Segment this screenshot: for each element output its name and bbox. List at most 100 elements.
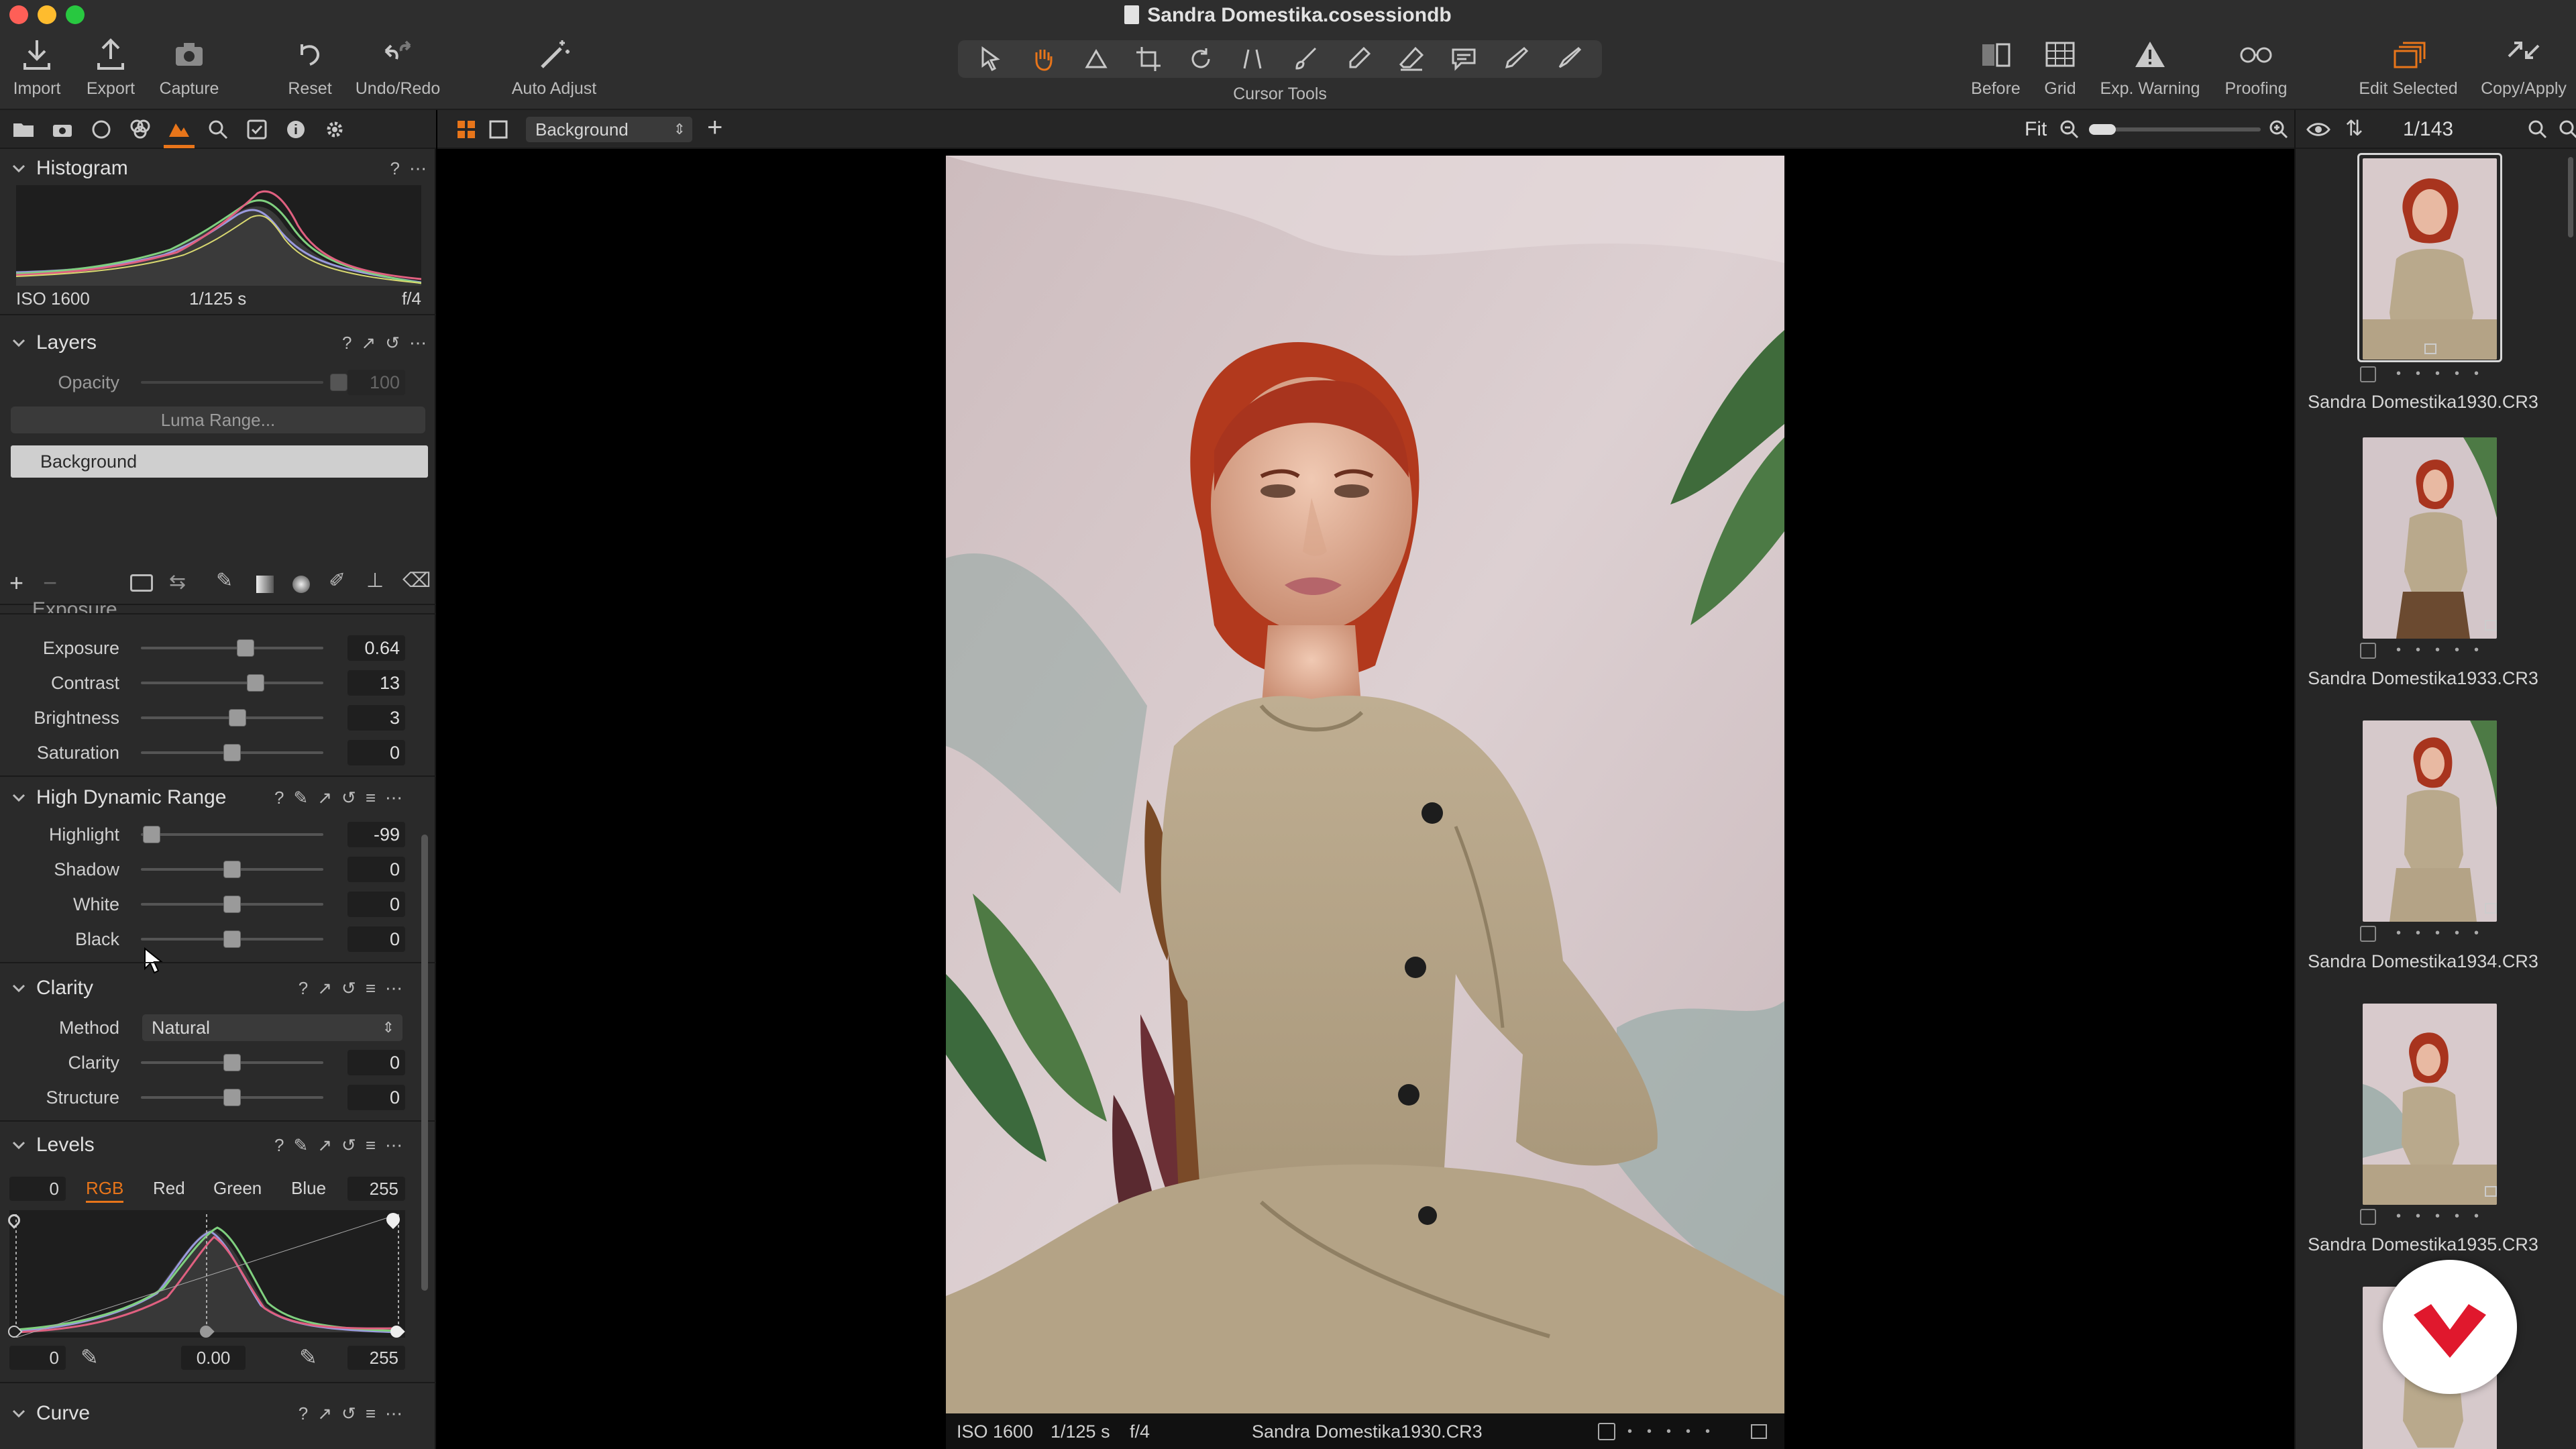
single-view-icon[interactable] (488, 119, 508, 140)
keystone-icon[interactable] (1239, 44, 1269, 74)
thumbnail-item[interactable]: ••••• Sandra Domestika1930.CR3 (2296, 153, 2576, 435)
slider-thumb[interactable] (223, 861, 241, 878)
gradient-mask-icon[interactable] (256, 576, 274, 593)
crop-icon[interactable] (1134, 44, 1163, 74)
healing-brush-icon[interactable]: ✐ (329, 569, 345, 592)
exposure-warning-button[interactable]: Exp. Warning (2100, 36, 2200, 99)
help-icon[interactable]: ? (299, 978, 308, 999)
tools-scrollbar[interactable] (421, 835, 428, 1291)
pen-icon[interactable] (1344, 44, 1373, 74)
edit-selected-button[interactable]: Edit Selected (2359, 36, 2458, 99)
more-options-icon[interactable]: ⋯ (409, 333, 427, 354)
slider-thumb[interactable] (223, 1089, 241, 1106)
shadow-slider[interactable] (141, 861, 323, 878)
black-slider[interactable] (141, 930, 323, 948)
luma-range-button[interactable]: Luma Range... (11, 407, 425, 433)
rotate-icon[interactable] (1186, 44, 1216, 74)
help-icon[interactable]: ? (274, 788, 284, 808)
grid-button[interactable]: Grid (2013, 36, 2107, 99)
levels-channel-rgb[interactable]: RGB (86, 1178, 123, 1199)
levels-output-low[interactable]: 0 (9, 1346, 66, 1370)
thumbnail-item[interactable]: ••••• Sandra Domestika1933.CR3 (2296, 437, 2576, 719)
brush-icon[interactable] (1291, 44, 1321, 74)
help-icon[interactable]: ? (274, 1135, 284, 1156)
presets-icon[interactable]: ≡ (366, 1135, 376, 1156)
white-slider[interactable] (141, 896, 323, 913)
saturation-slider[interactable] (141, 744, 323, 761)
black-point-picker-icon[interactable]: ✎ (80, 1344, 99, 1370)
reset-small-icon[interactable]: ↺ (341, 1135, 356, 1156)
hdr-panel-header[interactable]: High Dynamic Range ? ✎ ↗ ↺ ≡ ⋯ (0, 780, 436, 816)
more-options-icon[interactable]: ⋯ (385, 1403, 402, 1424)
metadata-tab-icon[interactable] (284, 118, 307, 141)
help-icon[interactable]: ? (342, 333, 352, 354)
mask-visibility-icon[interactable] (130, 574, 153, 592)
exposure-panel-header[interactable]: Exposure (0, 593, 436, 613)
slider-thumb[interactable] (143, 826, 160, 843)
zoom-out-icon[interactable] (2059, 119, 2080, 140)
settings-gear-icon[interactable] (323, 118, 346, 141)
main-photo[interactable] (946, 156, 1784, 1413)
copy-icon[interactable]: ↗ (317, 788, 332, 808)
more-options-icon[interactable]: ⋯ (385, 1135, 402, 1156)
filter-search-icon[interactable] (2559, 119, 2576, 140)
reset-small-icon[interactable]: ↺ (341, 978, 356, 999)
adjustments-tab-icon[interactable] (246, 118, 268, 141)
variant-select[interactable]: Background ⇕ (526, 117, 692, 142)
add-variant-icon[interactable]: + (707, 113, 722, 143)
structure-slider[interactable] (141, 1089, 323, 1106)
histogram-panel-header[interactable]: Histogram ? ⋯ (0, 150, 436, 186)
sort-icon[interactable]: ⇅ (2345, 115, 2363, 141)
star-rating[interactable]: ••••• (1627, 1424, 1725, 1440)
more-options-icon[interactable]: ⋯ (385, 978, 402, 999)
slider-thumb[interactable] (229, 709, 246, 727)
proofing-button[interactable]: Proofing (2209, 36, 2303, 99)
color-picker-icon[interactable] (1554, 44, 1584, 74)
curve-panel-header[interactable]: Curve ? ↗ ↺ ≡ ⋯ (0, 1395, 436, 1432)
photo-select-checkbox[interactable] (1598, 1423, 1615, 1440)
more-options-icon[interactable]: ⋯ (409, 158, 427, 179)
opacity-slider[interactable] (141, 374, 347, 391)
loupe-tool-icon[interactable] (1081, 44, 1111, 74)
details-tab-icon[interactable] (207, 118, 229, 141)
reset-small-icon[interactable]: ↺ (385, 333, 400, 354)
undo-redo-button[interactable]: Undo/Redo (351, 36, 445, 99)
copy-icon[interactable]: ↗ (317, 1403, 332, 1424)
slider-thumb[interactable] (223, 930, 241, 948)
thumbnail-checkbox[interactable] (2360, 366, 2376, 382)
slider-thumb[interactable] (223, 896, 241, 913)
levels-midpoint-value[interactable]: 0.00 (181, 1346, 246, 1370)
exposure-slider[interactable] (141, 639, 323, 657)
star-rating[interactable]: ••••• (2396, 366, 2493, 382)
highlight-slider[interactable] (141, 826, 323, 843)
eraser-icon[interactable] (1397, 44, 1426, 74)
help-icon[interactable]: ? (299, 1403, 308, 1424)
brightness-slider[interactable] (141, 709, 323, 727)
annotate-icon[interactable] (1449, 44, 1479, 74)
slider-thumb[interactable] (223, 744, 241, 761)
library-tab-icon[interactable] (12, 118, 35, 141)
copy-icon[interactable]: ↗ (361, 333, 376, 354)
exposure-tab-icon[interactable] (168, 118, 191, 141)
slider-thumb[interactable] (223, 1054, 241, 1071)
zoom-in-icon[interactable] (2269, 119, 2289, 140)
clarity-slider[interactable] (141, 1054, 323, 1071)
copy-icon[interactable]: ↗ (317, 978, 332, 999)
presets-icon[interactable]: ≡ (366, 1403, 376, 1424)
presets-icon[interactable]: ≡ (366, 978, 376, 999)
levels-channel-blue[interactable]: Blue (291, 1178, 326, 1199)
star-rating[interactable]: ••••• (2396, 643, 2493, 658)
thumbnail-item[interactable]: ••••• Sandra Domestika1934.CR3 (2296, 720, 2576, 1002)
capture-button[interactable]: Capture (142, 36, 236, 99)
star-rating[interactable]: ••••• (2396, 926, 2493, 941)
multi-view-icon[interactable] (456, 119, 476, 140)
swap-icon[interactable]: ⇆ (169, 570, 186, 594)
layer-item-background[interactable]: Background (11, 445, 428, 478)
lens-tab-icon[interactable] (90, 118, 113, 141)
search-icon[interactable] (2528, 119, 2548, 140)
zoom-slider-thumb[interactable] (2089, 124, 2116, 135)
capture-tab-icon[interactable] (51, 118, 74, 141)
picker-small-icon[interactable]: ✎ (293, 1135, 308, 1156)
stamp-icon[interactable]: ⊥ (366, 569, 384, 592)
slider-thumb[interactable] (247, 674, 264, 692)
